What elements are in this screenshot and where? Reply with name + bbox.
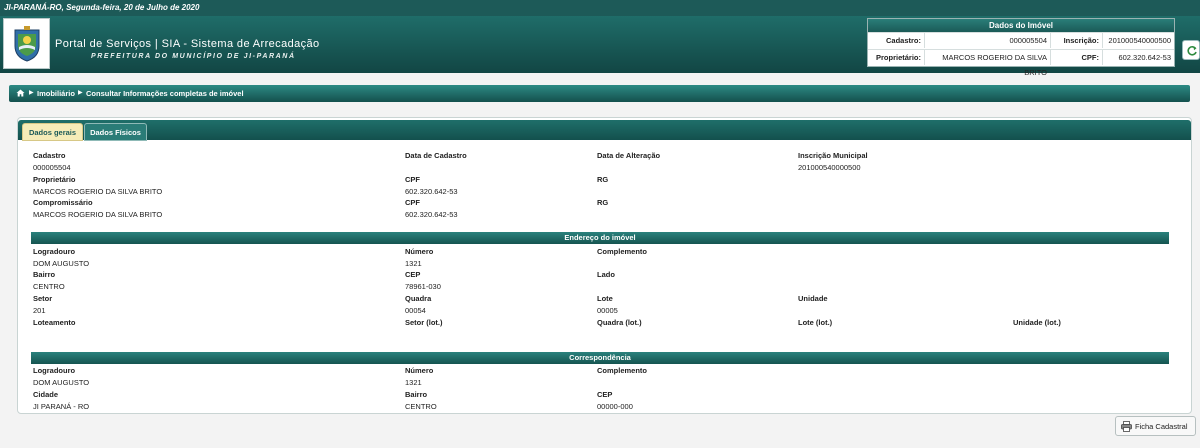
- proprietario-value: MARCOS ROGERIO DA SILVA BRITO: [33, 187, 163, 196]
- cpf-value: 602.320.642-53: [405, 210, 458, 219]
- portal-title: Portal de Serviços | SIA - Sistema de Ar…: [55, 38, 320, 50]
- logradouro-label: Logradouro: [33, 366, 76, 375]
- cidade-label: Cidade: [33, 390, 59, 399]
- current-date: JI-PARANÁ-RO, Segunda-feira, 20 de Julho…: [4, 3, 200, 12]
- section-header-correspondencia: Correspondência: [31, 352, 1169, 364]
- home-icon[interactable]: [16, 89, 25, 97]
- lote-value: 00005: [597, 306, 618, 315]
- compromissario-label: Compromissário: [33, 198, 93, 207]
- rg-label: RG: [597, 175, 609, 184]
- logradouro-value: DOM AUGUSTO: [33, 378, 90, 387]
- lado-label: Lado: [597, 270, 615, 279]
- tab-bar: Dados gerais Dados Físicos: [18, 120, 1191, 141]
- cadastro-value: 000005504: [33, 163, 71, 172]
- cadastro-label: Cadastro: [33, 151, 66, 160]
- quadra-value: 00054: [405, 306, 426, 315]
- refresh-icon: [1187, 46, 1197, 56]
- imovel-summary-row: Cadastro: 000005504 Inscrição: 201000540…: [868, 32, 1174, 48]
- printer-icon: [1121, 421, 1132, 432]
- numero-label: Número: [405, 247, 434, 256]
- numero-value: 1321: [405, 259, 422, 268]
- ficha-cadastral-label: Ficha Cadastral: [1135, 422, 1188, 431]
- chevron-right-icon: ▶: [29, 90, 34, 96]
- cadastro-label: Cadastro:: [885, 36, 921, 45]
- proprietario-label: Proprietário:: [875, 53, 921, 62]
- complemento-label: Complemento: [597, 247, 648, 256]
- top-bar: JI-PARANÁ-RO, Segunda-feira, 20 de Julho…: [0, 0, 1200, 16]
- compromissario-value: MARCOS ROGERIO DA SILVA BRITO: [33, 210, 163, 219]
- inscricao-value: 201000540000500: [1102, 33, 1174, 48]
- cadastro-value: 000005504: [924, 33, 1050, 48]
- cidade-value: JI PARANÁ - RO: [33, 402, 90, 411]
- loteamento-label: Loteamento: [33, 318, 76, 327]
- numero-label: Número: [405, 366, 434, 375]
- inscricao-municipal-label: Inscrição Municipal: [798, 151, 868, 160]
- imovel-summary-heading: Dados do Imóvel: [868, 19, 1174, 32]
- cep-label: CEP: [597, 390, 613, 399]
- cep-value: 78961-030: [405, 282, 441, 291]
- inscricao-municipal-value: 201000540000500: [798, 163, 861, 172]
- cpf-value: 602.320.642-53: [1102, 50, 1174, 65]
- imovel-summary-row: Proprietário: MARCOS ROGERIO DA SILVA BR…: [868, 49, 1174, 77]
- unidade-lot-label: Unidade (lot.): [1013, 318, 1061, 327]
- cpf-label: CPF: [405, 175, 420, 184]
- imovel-summary-box: Dados do Imóvel Cadastro: 000005504 Insc…: [867, 18, 1175, 77]
- bairro-label: Bairro: [405, 390, 428, 399]
- refresh-button[interactable]: [1182, 40, 1200, 60]
- proprietario-label: Proprietário: [33, 175, 76, 184]
- lote-lot-label: Lote (lot.): [798, 318, 833, 327]
- setor-value: 201: [33, 306, 46, 315]
- municipal-crest-icon: [14, 26, 40, 62]
- quadra-lot-label: Quadra (lot.): [597, 318, 642, 327]
- logradouro-value: DOM AUGUSTO: [33, 259, 90, 268]
- bairro-value: CENTRO: [405, 402, 437, 411]
- main-panel: Dados gerais Dados Físicos Cadastro 0000…: [17, 117, 1192, 414]
- complemento-label: Complemento: [597, 366, 648, 375]
- logo[interactable]: [3, 18, 50, 69]
- lote-label: Lote: [597, 294, 613, 303]
- tab-dados-fisicos[interactable]: Dados Físicos: [84, 123, 147, 141]
- logradouro-label: Logradouro: [33, 247, 76, 256]
- bairro-label: Bairro: [33, 270, 56, 279]
- breadcrumb-item[interactable]: Imobiliário: [37, 89, 75, 98]
- rg-label: RG: [597, 198, 609, 207]
- cep-value: 00000-000: [597, 402, 633, 411]
- cpf-label: CPF:: [1050, 50, 1102, 65]
- breadcrumb-item: Consultar Informações completas de imóve…: [86, 89, 244, 98]
- ficha-cadastral-button[interactable]: Ficha Cadastral: [1115, 416, 1196, 436]
- proprietario-value: MARCOS ROGERIO DA SILVA BRITO: [924, 50, 1050, 77]
- quadra-label: Quadra: [405, 294, 432, 303]
- numero-value: 1321: [405, 378, 422, 387]
- cpf-label: CPF: [405, 198, 420, 207]
- portal-subtitle: PREFEITURA DO MUNICÍPIO DE JI-PARANÁ: [91, 53, 296, 60]
- cpf-value: 602.320.642-53: [405, 187, 458, 196]
- chevron-right-icon: ▶: [78, 90, 83, 96]
- data-cadastro-label: Data de Cadastro: [405, 151, 467, 160]
- setor-label: Setor: [33, 294, 53, 303]
- setor-lot-label: Setor (lot.): [405, 318, 443, 327]
- cep-label: CEP: [405, 270, 421, 279]
- tab-dados-gerais[interactable]: Dados gerais: [22, 123, 83, 141]
- section-header-endereco: Endereço do imóvel: [31, 232, 1169, 244]
- breadcrumb: ▶ Imobiliário ▶ Consultar Informações co…: [9, 85, 1190, 102]
- data-alteracao-label: Data de Alteração: [597, 151, 661, 160]
- inscricao-label: Inscrição:: [1050, 33, 1102, 48]
- bairro-value: CENTRO: [33, 282, 65, 291]
- unidade-label: Unidade: [798, 294, 828, 303]
